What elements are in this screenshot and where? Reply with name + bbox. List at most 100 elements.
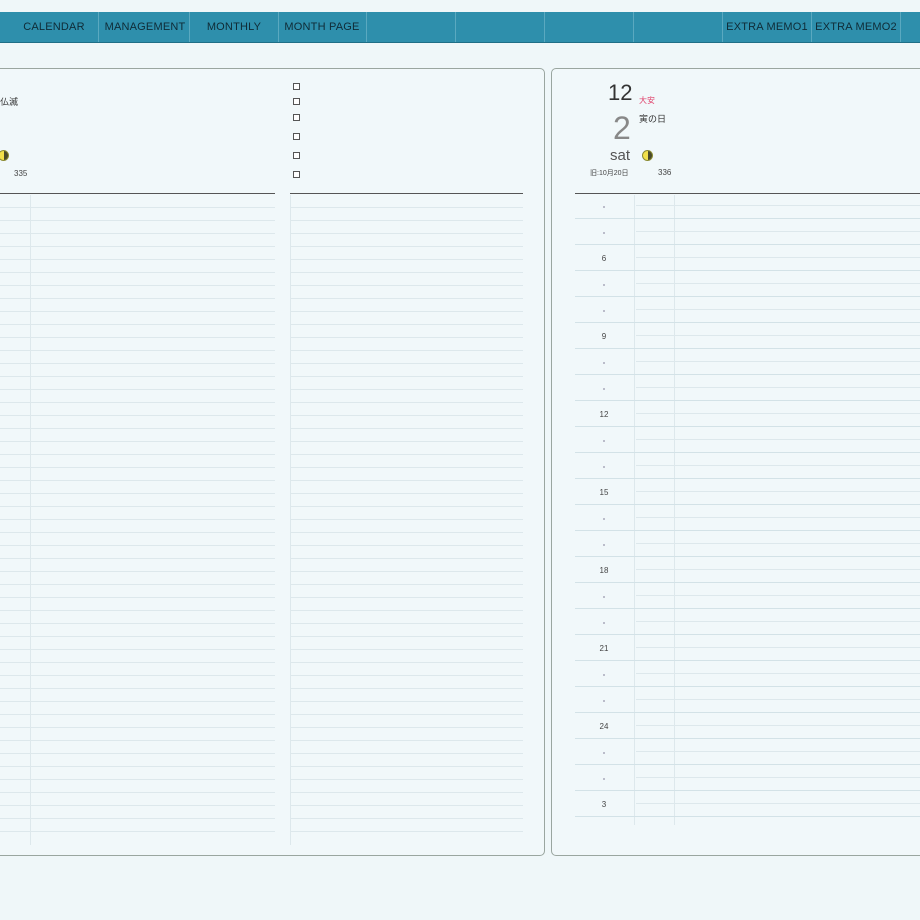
hour-tick bbox=[603, 206, 605, 208]
hour-tick bbox=[603, 544, 605, 546]
ruled-line bbox=[290, 493, 523, 494]
half-hour-line bbox=[636, 647, 920, 648]
ruled-line bbox=[0, 441, 275, 442]
hour-row-line bbox=[575, 582, 920, 583]
hour-row-line bbox=[575, 738, 920, 739]
todo-checkbox[interactable] bbox=[293, 171, 300, 178]
hour-row-line bbox=[575, 244, 920, 245]
ruled-line bbox=[290, 480, 523, 481]
ruled-line bbox=[0, 597, 275, 598]
ruled-line bbox=[290, 753, 523, 754]
tab-monthly[interactable]: MONTHLY bbox=[190, 12, 279, 42]
ruled-line bbox=[0, 805, 275, 806]
tab-bar: CALENDAR MANAGEMENT MONTHLY MONTH PAGE EXTRA… bbox=[0, 12, 920, 43]
todo-checkbox[interactable] bbox=[293, 83, 300, 90]
ruled-line bbox=[290, 376, 523, 377]
ruled-line bbox=[290, 259, 523, 260]
ruled-line bbox=[0, 389, 275, 390]
half-hour-line bbox=[636, 205, 920, 206]
hour-tick bbox=[603, 388, 605, 390]
ruled-line bbox=[0, 415, 275, 416]
ruled-line bbox=[0, 701, 275, 702]
ruled-line bbox=[290, 532, 523, 533]
schedule-inner-line bbox=[674, 195, 675, 825]
ruled-line bbox=[290, 246, 523, 247]
ruled-line bbox=[0, 246, 275, 247]
hour-tick bbox=[603, 778, 605, 780]
ruled-line bbox=[0, 506, 275, 507]
hour-row-line bbox=[575, 504, 920, 505]
half-hour-line bbox=[636, 517, 920, 518]
ruled-line bbox=[290, 597, 523, 598]
ruled-line bbox=[290, 584, 523, 585]
ruled-line bbox=[290, 298, 523, 299]
ruled-line bbox=[0, 688, 275, 689]
hour-row-line bbox=[575, 348, 920, 349]
hour-tick bbox=[603, 518, 605, 520]
half-hour-line bbox=[636, 465, 920, 466]
half-hour-line bbox=[636, 621, 920, 622]
ruled-line bbox=[0, 675, 275, 676]
moon-phase-icon bbox=[642, 150, 653, 161]
tab-empty-5[interactable] bbox=[456, 12, 545, 42]
ruled-line bbox=[290, 779, 523, 780]
tab-month-page[interactable]: MONTH PAGE bbox=[278, 12, 367, 42]
half-hour-line bbox=[636, 543, 920, 544]
ruled-line bbox=[0, 779, 275, 780]
ruled-line bbox=[0, 259, 275, 260]
ruled-line bbox=[0, 584, 275, 585]
time-column-border bbox=[634, 195, 635, 825]
todo-checkbox[interactable] bbox=[293, 114, 300, 121]
todo-checkbox[interactable] bbox=[293, 98, 300, 105]
hour-row-line bbox=[575, 634, 920, 635]
tab-empty-7[interactable] bbox=[634, 12, 723, 42]
half-hour-line bbox=[636, 387, 920, 388]
hour-row-line bbox=[575, 608, 920, 609]
ruled-line bbox=[290, 610, 523, 611]
ruled-line bbox=[0, 350, 275, 351]
hour-tick bbox=[603, 232, 605, 234]
ruled-line bbox=[0, 363, 275, 364]
ruled-line bbox=[0, 558, 275, 559]
todo-checkbox[interactable] bbox=[293, 152, 300, 159]
hour-row-line bbox=[575, 218, 920, 219]
tab-empty-4[interactable] bbox=[367, 12, 456, 42]
hour-label: 18 bbox=[599, 566, 609, 575]
ruled-line bbox=[290, 740, 523, 741]
tab-extra-memo1[interactable]: EXTRA MEMO1 bbox=[723, 12, 812, 42]
half-hour-line bbox=[636, 257, 920, 258]
hour-tick bbox=[603, 674, 605, 676]
hour-row-line bbox=[575, 790, 920, 791]
ruled-line bbox=[290, 272, 523, 273]
half-hour-line bbox=[636, 699, 920, 700]
ruled-line bbox=[0, 571, 275, 572]
ruled-line bbox=[0, 428, 275, 429]
todo-checkbox[interactable] bbox=[293, 133, 300, 140]
day-note: 寅の日 bbox=[639, 114, 667, 124]
ruled-line bbox=[0, 740, 275, 741]
ruled-line bbox=[0, 753, 275, 754]
month-number: 12 bbox=[608, 80, 633, 105]
ruled-line bbox=[290, 675, 523, 676]
ruled-line bbox=[290, 649, 523, 650]
tab-calendar[interactable]: CALENDAR bbox=[10, 12, 99, 42]
tab-management[interactable]: MANAGEMENT bbox=[101, 12, 190, 42]
ruled-line bbox=[290, 727, 523, 728]
ruled-line bbox=[0, 493, 275, 494]
ruled-line bbox=[290, 506, 523, 507]
rokuyo-label: 仏滅 bbox=[0, 97, 19, 107]
hour-row-line bbox=[575, 322, 920, 323]
ruled-line bbox=[290, 363, 523, 364]
tab-empty-6[interactable] bbox=[545, 12, 634, 42]
ruled-line bbox=[290, 207, 523, 208]
ruled-line bbox=[290, 415, 523, 416]
ruled-line bbox=[0, 207, 275, 208]
ruled-line bbox=[0, 337, 275, 338]
ruled-line bbox=[0, 480, 275, 481]
tab-extra-memo2[interactable]: EXTRA MEMO2 bbox=[812, 12, 901, 42]
day-of-year: 336 bbox=[658, 168, 672, 177]
ruled-line bbox=[290, 545, 523, 546]
hour-row-line bbox=[575, 660, 920, 661]
memo-header-divider bbox=[290, 193, 523, 194]
ruled-line bbox=[290, 571, 523, 572]
